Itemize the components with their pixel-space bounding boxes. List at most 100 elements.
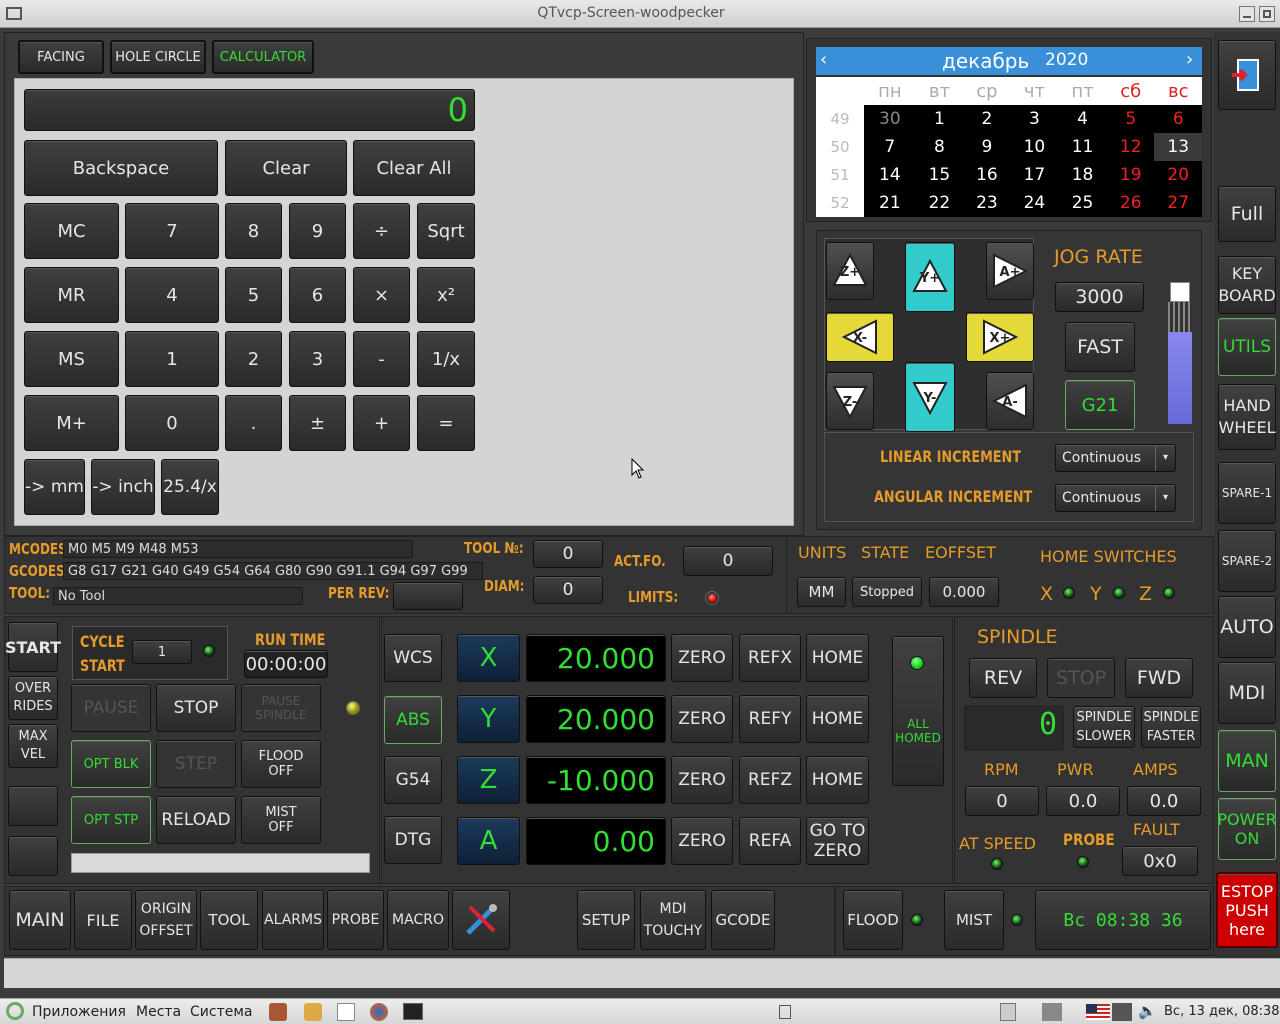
spindle-rev-button[interactable]: REV	[969, 658, 1037, 698]
calc-key-5[interactable]: 5	[225, 267, 282, 323]
abs-button[interactable]: ABS	[384, 696, 442, 744]
window-list-icon[interactable]	[779, 1005, 791, 1019]
calendar-day[interactable]: 6	[1154, 105, 1202, 133]
keyboard-button[interactable]: KEY BOARD	[1218, 256, 1276, 314]
calendar-next-icon[interactable]: ›	[1186, 49, 1193, 70]
minimize-icon[interactable]	[1239, 6, 1255, 22]
start-button[interactable]: START	[5, 622, 61, 672]
pause-button[interactable]: PAUSE	[71, 684, 151, 732]
tab-calculator[interactable]: CALCULATOR	[212, 40, 314, 74]
axis-label-z[interactable]: Z	[457, 756, 520, 804]
tab-hole-circle[interactable]: HOLE CIRCLE	[110, 40, 206, 74]
jog-xminus-button[interactable]: X-	[826, 312, 894, 362]
calendar-day[interactable]: 15	[915, 161, 964, 189]
text-editor-icon[interactable]	[337, 1003, 355, 1021]
nav-tool[interactable]: TOOL	[200, 890, 258, 950]
zero-y-button[interactable]: ZERO	[671, 695, 733, 743]
calendar-day[interactable]: 1	[915, 105, 964, 133]
calc-key-minus[interactable]: -	[353, 331, 410, 387]
man-button[interactable]: MAN	[1218, 730, 1276, 792]
axis-label-x[interactable]: X	[457, 634, 520, 682]
calendar-year[interactable]: 2020	[1045, 50, 1088, 70]
spindle-faster-button[interactable]: SPINDLE FASTER	[1141, 706, 1201, 748]
calendar-day[interactable]: 12	[1106, 133, 1155, 161]
calendar-day[interactable]: 25	[1058, 189, 1107, 217]
nav-file[interactable]: FILE	[74, 890, 132, 950]
dtg-button[interactable]: DTG	[384, 816, 442, 864]
launcher-icon-2[interactable]	[304, 1003, 322, 1021]
exit-button[interactable]	[1218, 40, 1276, 110]
auto-button[interactable]: AUTO	[1218, 596, 1276, 658]
handwheel-button[interactable]: HAND WHEEL	[1218, 384, 1276, 450]
calendar-day[interactable]: 16	[963, 161, 1011, 189]
axis-label-a[interactable]: A	[457, 817, 520, 865]
calc-key-4[interactable]: 4	[125, 267, 219, 323]
full-button[interactable]: Full	[1218, 186, 1276, 242]
calendar-day[interactable]: 18	[1058, 161, 1107, 189]
ref-a-button[interactable]: REFA	[739, 817, 801, 865]
calendar-day[interactable]: 14	[864, 161, 916, 189]
blank-button-2[interactable]	[8, 836, 58, 876]
calendar-day[interactable]: 4	[1058, 105, 1107, 133]
system-menu[interactable]: Система	[190, 1004, 252, 1020]
ref-y-button[interactable]: REFY	[739, 695, 801, 743]
spindle-slower-button[interactable]: SPINDLE SLOWER	[1073, 706, 1135, 748]
home-x-button[interactable]: HOME	[806, 634, 869, 682]
jog-rate-field[interactable]: 3000	[1055, 282, 1144, 312]
calc-key-multiply[interactable]: ×	[353, 267, 410, 323]
blank-button-1[interactable]	[8, 786, 58, 826]
spindle-fwd-button[interactable]: FWD	[1125, 658, 1193, 698]
jog-aplus-button[interactable]: A+	[986, 242, 1034, 300]
apps-menu[interactable]: Приложения	[32, 1004, 126, 1020]
calendar-day[interactable]: 22	[915, 189, 964, 217]
calendar-day[interactable]: 21	[864, 189, 916, 217]
calendar-prev-icon[interactable]: ‹	[820, 49, 827, 70]
ref-x-button[interactable]: REFX	[739, 634, 801, 682]
calendar-day[interactable]: 19	[1106, 161, 1155, 189]
volume-icon[interactable]: 🔈	[1138, 1002, 1157, 1020]
nav-mdi-touchy[interactable]: MDI TOUCHY	[640, 890, 706, 950]
maxvel-button[interactable]: MAX VEL	[8, 724, 58, 768]
linear-increment-select[interactable]: Continuous ▾	[1055, 444, 1176, 472]
calendar-day[interactable]: 2	[963, 105, 1011, 133]
spindle-stop-button[interactable]: STOP	[1047, 658, 1115, 698]
calendar-day[interactable]: 17	[1010, 161, 1059, 189]
calc-key-mc[interactable]: MC	[24, 203, 119, 259]
angular-increment-select[interactable]: Continuous ▾	[1055, 484, 1176, 512]
jog-yminus-button[interactable]: Y-	[905, 362, 955, 432]
calc-key-square[interactable]: x²	[417, 267, 475, 323]
calc-key-2[interactable]: 2	[225, 331, 282, 387]
jog-yplus-button[interactable]: Y+	[905, 242, 955, 312]
jog-aminus-button[interactable]: A-	[986, 372, 1034, 430]
calendar-day[interactable]: 23	[963, 189, 1011, 217]
calc-key-inch-to-mm[interactable]: 25.4/x	[161, 459, 219, 515]
maximize-icon[interactable]	[1259, 6, 1275, 22]
spare2-button[interactable]: SPARE-2	[1218, 530, 1276, 592]
calc-key-7[interactable]: 7	[125, 203, 219, 259]
calendar-day[interactable]: 9	[963, 133, 1011, 161]
g21-button[interactable]: G21	[1065, 380, 1135, 430]
mdi-button[interactable]: MDI	[1218, 662, 1276, 724]
calc-key-mr[interactable]: MR	[24, 267, 119, 323]
launcher-icon-1[interactable]	[269, 1003, 287, 1021]
ref-z-button[interactable]: REFZ	[739, 756, 801, 804]
pause-spindle-button[interactable]: PAUSE SPINDLE	[241, 684, 321, 732]
calc-key-divide[interactable]: ÷	[353, 203, 410, 259]
calc-key-clear-all[interactable]: Clear All	[353, 140, 475, 196]
nav-probe[interactable]: PROBE	[327, 890, 384, 950]
nav-tools-icon-button[interactable]	[452, 890, 510, 950]
g54-button[interactable]: G54	[384, 756, 442, 804]
calc-key-backspace[interactable]: Backspace	[24, 140, 218, 196]
cycle-count[interactable]: 1	[132, 640, 192, 664]
calc-key-9[interactable]: 9	[289, 203, 346, 259]
step-button[interactable]: STEP	[156, 740, 236, 788]
goto-zero-button[interactable]: GO TO ZERO	[806, 817, 869, 865]
calc-key-clear[interactable]: Clear	[225, 140, 347, 196]
calendar-day[interactable]: 13	[1154, 133, 1202, 161]
reload-button[interactable]: RELOAD	[156, 796, 236, 844]
utils-button[interactable]: UTILS	[1218, 318, 1276, 376]
nav-gcode[interactable]: GCODE	[711, 890, 775, 950]
home-y-button[interactable]: HOME	[806, 695, 869, 743]
calc-key-to-inch[interactable]: -> inch	[91, 459, 155, 515]
flood-off-button[interactable]: FLOOD OFF	[241, 740, 321, 788]
